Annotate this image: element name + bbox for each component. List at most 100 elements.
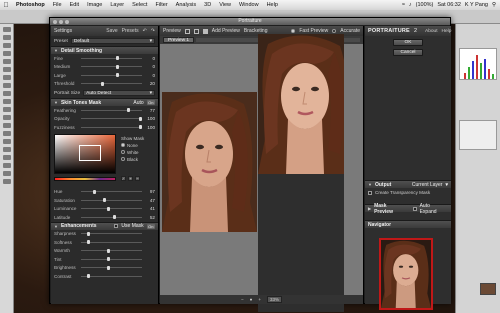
- slider-handle[interactable]: [106, 206, 110, 211]
- eyedropper-minus-icon[interactable]: −: [135, 175, 140, 181]
- zoom-button[interactable]: [65, 19, 69, 24]
- undo-icon[interactable]: ↶: [143, 28, 147, 34]
- menu-image[interactable]: Image: [83, 2, 106, 8]
- brush-tool-icon[interactable]: [2, 83, 11, 88]
- slider-value[interactable]: 100: [145, 116, 155, 121]
- zoom-slider[interactable]: ●: [250, 297, 253, 302]
- menu-3d[interactable]: 3D: [200, 2, 215, 8]
- marquee-tool-icon[interactable]: [2, 35, 11, 40]
- save-button[interactable]: Save: [106, 28, 117, 34]
- slider-handle[interactable]: [116, 64, 120, 69]
- close-button[interactable]: [53, 19, 57, 24]
- menu-file[interactable]: File: [49, 2, 66, 8]
- mask-preview-header[interactable]: ▶ Mask Preview Auto Expand: [365, 203, 451, 215]
- quick-select-tool-icon[interactable]: [2, 51, 11, 56]
- add-preview-button[interactable]: Add Preview: [212, 28, 240, 34]
- slider-track[interactable]: [81, 198, 142, 203]
- clock[interactable]: Sat 06:32: [437, 2, 461, 8]
- slider-track[interactable]: [81, 73, 142, 78]
- user-name[interactable]: K Y Pang: [465, 2, 488, 8]
- slider-value[interactable]: 47: [145, 198, 155, 203]
- slider-handle[interactable]: [113, 215, 117, 220]
- zoom-out-icon[interactable]: −: [241, 297, 244, 302]
- preset-select[interactable]: Default ▾: [70, 38, 155, 44]
- slider-handle[interactable]: [139, 125, 143, 130]
- slider-value[interactable]: 41: [145, 206, 155, 211]
- preview-before-image[interactable]: [162, 92, 257, 232]
- mask-on-toggle[interactable]: On: [146, 100, 155, 105]
- menu-select[interactable]: Select: [128, 2, 151, 8]
- path-select-tool-icon[interactable]: [2, 155, 11, 160]
- navigator-header[interactable]: Navigator: [365, 220, 451, 228]
- slider-value[interactable]: 77: [145, 108, 155, 113]
- transparency-row[interactable]: Create Transparency Mask: [365, 188, 451, 197]
- minimize-button[interactable]: [59, 19, 63, 24]
- shape-tool-icon[interactable]: [2, 163, 11, 168]
- split-horizontal-icon[interactable]: [193, 28, 199, 34]
- slider-track[interactable]: [81, 56, 142, 61]
- slider-handle[interactable]: [86, 274, 90, 279]
- battery-label[interactable]: (100%): [416, 2, 434, 8]
- slider-track[interactable]: [81, 125, 143, 130]
- volume-icon[interactable]: ♪: [409, 2, 412, 8]
- menu-filter[interactable]: Filter: [151, 2, 171, 8]
- slider-track[interactable]: [81, 274, 142, 279]
- fast-preview-radio[interactable]: [291, 29, 296, 33]
- output-header[interactable]: ▼ Output Current Layer ▾: [365, 180, 451, 188]
- slider-value[interactable]: 20: [145, 81, 155, 86]
- show-mask-white[interactable]: White: [121, 150, 157, 155]
- eyedropper-icon[interactable]: ⁄: [121, 175, 126, 181]
- menu-analysis[interactable]: Analysis: [172, 2, 200, 8]
- show-mask-none[interactable]: None: [121, 143, 157, 148]
- wifi-icon[interactable]: ≈: [402, 2, 405, 8]
- preview-after-image[interactable]: [258, 34, 344, 312]
- eyedropper-tool-icon[interactable]: [2, 67, 11, 72]
- ok-button[interactable]: OK: [393, 39, 423, 46]
- slider-handle[interactable]: [116, 56, 120, 61]
- portrait-size-select[interactable]: Auto Detect ▾: [83, 90, 155, 96]
- slider-track[interactable]: [81, 265, 142, 270]
- menu-help[interactable]: Help: [263, 2, 282, 8]
- move-tool-icon[interactable]: [2, 27, 11, 32]
- slider-track[interactable]: [81, 81, 142, 86]
- history-brush-tool-icon[interactable]: [2, 99, 11, 104]
- menu-layer[interactable]: Layer: [106, 2, 128, 8]
- slider-handle[interactable]: [106, 265, 110, 270]
- slider-value[interactable]: 0: [145, 73, 155, 78]
- slider-handle[interactable]: [127, 108, 131, 113]
- slider-value[interactable]: 52: [145, 215, 155, 220]
- enhancements-header[interactable]: ▼ Enhancements Use Mask On: [51, 221, 158, 230]
- color-selection-box[interactable]: [79, 144, 101, 161]
- color-field[interactable]: [54, 133, 116, 174]
- enhancements-on-toggle[interactable]: On: [146, 223, 155, 229]
- window-titlebar[interactable]: Portraiture: [50, 18, 450, 25]
- zoom-tool-icon[interactable]: [2, 179, 11, 184]
- pen-tool-icon[interactable]: [2, 139, 11, 144]
- slider-value[interactable]: 97: [145, 189, 155, 194]
- slider-handle[interactable]: [86, 231, 90, 236]
- healing-tool-icon[interactable]: [2, 75, 11, 80]
- lasso-tool-icon[interactable]: [2, 43, 11, 48]
- slider-track[interactable]: [81, 215, 142, 220]
- stamp-tool-icon[interactable]: [2, 91, 11, 96]
- slider-track[interactable]: [81, 189, 142, 194]
- detail-smoothing-header[interactable]: ▼ Detail Smoothing: [51, 46, 158, 54]
- menu-edit[interactable]: Edit: [66, 2, 83, 8]
- slider-track[interactable]: [81, 64, 142, 69]
- presets-button[interactable]: Presets: [122, 28, 139, 34]
- slider-handle[interactable]: [116, 73, 120, 78]
- type-tool-icon[interactable]: [2, 147, 11, 152]
- slider-handle[interactable]: [86, 240, 90, 245]
- navigator-thumbnail[interactable]: [379, 238, 433, 310]
- menu-view[interactable]: View: [215, 2, 235, 8]
- crop-tool-icon[interactable]: [2, 59, 11, 64]
- menu-app[interactable]: Photoshop: [12, 2, 49, 8]
- hue-strip[interactable]: [54, 176, 116, 181]
- slider-value[interactable]: 0: [145, 56, 155, 61]
- zoom-in-icon[interactable]: +: [258, 297, 261, 302]
- layer-thumbnail[interactable]: [480, 283, 496, 295]
- slider-track[interactable]: [81, 108, 142, 113]
- slider-value[interactable]: 0: [145, 64, 155, 69]
- single-view-icon[interactable]: [184, 28, 190, 34]
- split-vertical-icon[interactable]: [202, 28, 208, 34]
